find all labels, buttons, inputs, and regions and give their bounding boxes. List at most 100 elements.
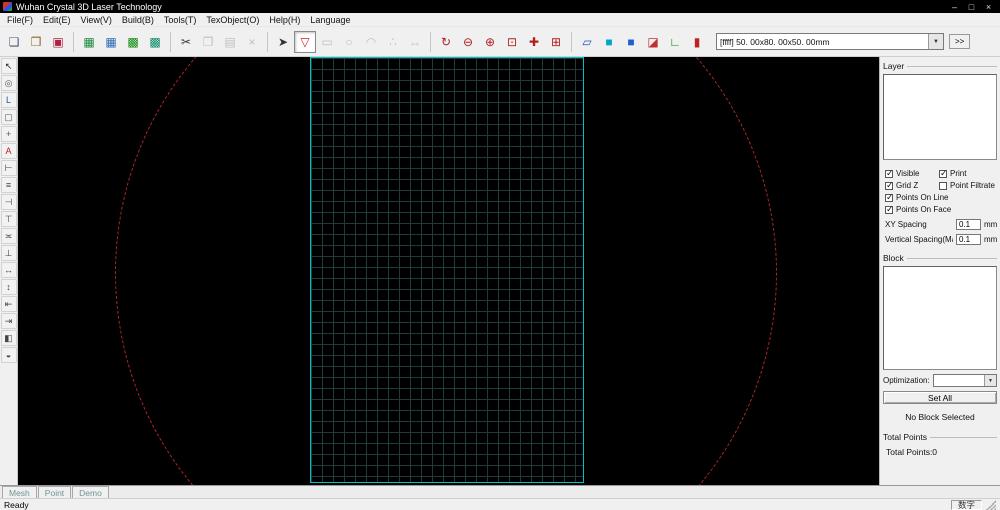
mesh-convert-icon[interactable]: ▩ [122,31,144,53]
front-view-icon[interactable]: ▮ [686,31,708,53]
maximize-button[interactable]: □ [963,2,980,12]
menu-language[interactable]: Language [305,15,355,25]
grid-z-checkbox[interactable]: Grid Z [885,180,939,191]
crosshair-icon[interactable]: + [0,126,17,142]
pick-point-icon[interactable]: ◎ [0,75,17,91]
copy-icon[interactable]: ❐ [197,31,219,53]
measure-icon[interactable]: ↔ [404,31,426,53]
same-width-icon[interactable]: ⇤ [0,296,17,312]
axis-icon[interactable]: ∟ [664,31,686,53]
visible-checkbox[interactable]: Visible [885,168,939,179]
cube-solid-icon[interactable]: ■ [598,31,620,53]
print-checkbox[interactable]: Print [939,168,997,179]
menu-edit[interactable]: Edit(E) [38,15,76,25]
zoom-in-icon[interactable]: ⊕ [479,31,501,53]
open-file-icon[interactable]: ❒ [25,31,47,53]
points-on-face-checkbox[interactable]: Points On Face [885,204,951,215]
import-image-icon[interactable]: ▦ [78,31,100,53]
checkbox-icon[interactable] [885,168,894,179]
block-list[interactable] [883,266,997,370]
points-convert-icon[interactable]: ▩ [144,31,166,53]
new-file-icon[interactable]: ❏ [3,31,25,53]
toolbar-more-button[interactable]: >> [949,34,971,49]
optimization-select[interactable]: ▼ [932,374,997,387]
menu-file[interactable]: File(F) [2,15,38,25]
checkbox-label: Grid Z [896,181,919,190]
pan-icon[interactable]: ✚ [523,31,545,53]
point-filtrate-checkbox[interactable]: Point Filtrate [939,181,997,190]
marquee-icon[interactable]: ▢ [0,109,17,125]
total-points-value: Total Points:0 [886,447,938,457]
triangle-select-icon[interactable]: ▽ [294,30,316,53]
distribute-v-icon[interactable]: ↕ [0,279,17,295]
menu-texobject[interactable]: TexObject(O) [201,15,264,25]
menubar: File(F) Edit(E) View(V) Build(B) Tools(T… [0,13,1000,26]
checkbox-icon[interactable] [939,168,948,179]
tab-demo[interactable]: Demo [72,486,109,498]
pick-tool-icon[interactable]: ➤ [272,31,294,53]
toolbar-glyph: ■ [627,34,635,49]
close-button[interactable]: × [980,2,997,12]
checkbox-icon[interactable] [939,181,947,190]
model-size-combo[interactable]: [ffff] 50. 00x80. 00x50. 00mm ▼ [716,33,944,50]
vertical-spacing-input[interactable] [956,234,981,245]
same-height-icon[interactable]: ⇥ [0,313,17,329]
combo-dropdown-icon[interactable]: ▼ [928,34,943,49]
tool-glyph: ⊢ [4,162,13,173]
coordinate-icon[interactable]: L [0,92,17,108]
cube-wireframe-icon[interactable]: ▱ [576,31,598,53]
points-on-line-checkbox[interactable]: Points On Line [885,192,948,203]
rect-select-icon[interactable]: ▭ [316,31,338,53]
menu-build[interactable]: Build(B) [117,15,159,25]
image-preview-icon[interactable]: ▦ [100,31,122,53]
toolbar-glyph: ✚ [528,34,540,49]
toolbar-glyph: ∟ [669,34,681,49]
align-bottom-icon[interactable]: ⊥ [0,245,17,261]
xy-spacing-input[interactable] [956,219,981,230]
curve-select-icon[interactable]: ◠ [360,31,382,53]
minimize-button[interactable]: – [946,2,963,12]
distribute-h-icon[interactable]: ↔ [0,262,17,278]
cube-shaded-icon[interactable]: ■ [620,31,642,53]
resize-grip[interactable] [986,499,996,510]
rotate-view-icon[interactable]: ↻ [435,31,457,53]
menu-help[interactable]: Help(H) [264,15,305,25]
menu-tools[interactable]: Tools(T) [159,15,202,25]
dropdown-arrow-icon[interactable]: ▼ [984,375,996,386]
optimization-label: Optimization: [883,376,930,385]
checkbox-icon[interactable] [885,192,894,203]
layer-list[interactable] [883,74,997,160]
zoom-fit-icon[interactable]: ⊞ [545,31,567,53]
menu-view[interactable]: View(V) [76,15,117,25]
cut-icon[interactable]: ✂ [175,31,197,53]
text-tool-icon[interactable]: A [0,143,17,159]
model-size-value: [ffff] 50. 00x80. 00x50. 00mm [720,36,830,47]
set-all-button[interactable]: Set All [883,391,997,404]
toolbar-glyph: ▦ [105,34,117,49]
toolbar-image-group: ▦ ▦ ▩ ▩ [78,31,166,53]
checkbox-icon[interactable] [885,204,894,215]
align-right-icon[interactable]: ⊣ [0,194,17,210]
mirror-h-icon[interactable]: ◧ [0,330,17,346]
zoom-window-icon[interactable]: ⊡ [501,31,523,53]
vertical-spacing-label: Vertical Spacing(Max) [885,235,953,244]
checkbox-icon[interactable] [885,180,894,191]
align-left-icon[interactable]: ⊢ [0,160,17,176]
delete-icon[interactable]: × [241,31,263,53]
select-tool-icon[interactable]: ↖ [0,58,17,74]
points-select-icon[interactable]: ∴ [382,31,404,53]
mirror-v-icon[interactable]: ◒ [0,347,17,363]
toolbar-glyph: ▽ [300,34,310,49]
viewport-canvas[interactable] [18,57,879,485]
save-file-icon[interactable]: ▣ [47,31,69,53]
tool-glyph: ⇤ [4,298,13,309]
tab-point[interactable]: Point [37,486,72,498]
tab-mesh[interactable]: Mesh [2,486,37,498]
paste-icon[interactable]: ▤ [219,31,241,53]
zoom-out-icon[interactable]: ⊖ [457,31,479,53]
align-middle-icon[interactable]: ≍ [0,228,17,244]
ellipse-select-icon[interactable]: ○ [338,31,360,53]
cube-section-icon[interactable]: ◪ [642,31,664,53]
align-center-icon[interactable]: ≡ [0,177,17,193]
align-top-icon[interactable]: ⊤ [0,211,17,227]
